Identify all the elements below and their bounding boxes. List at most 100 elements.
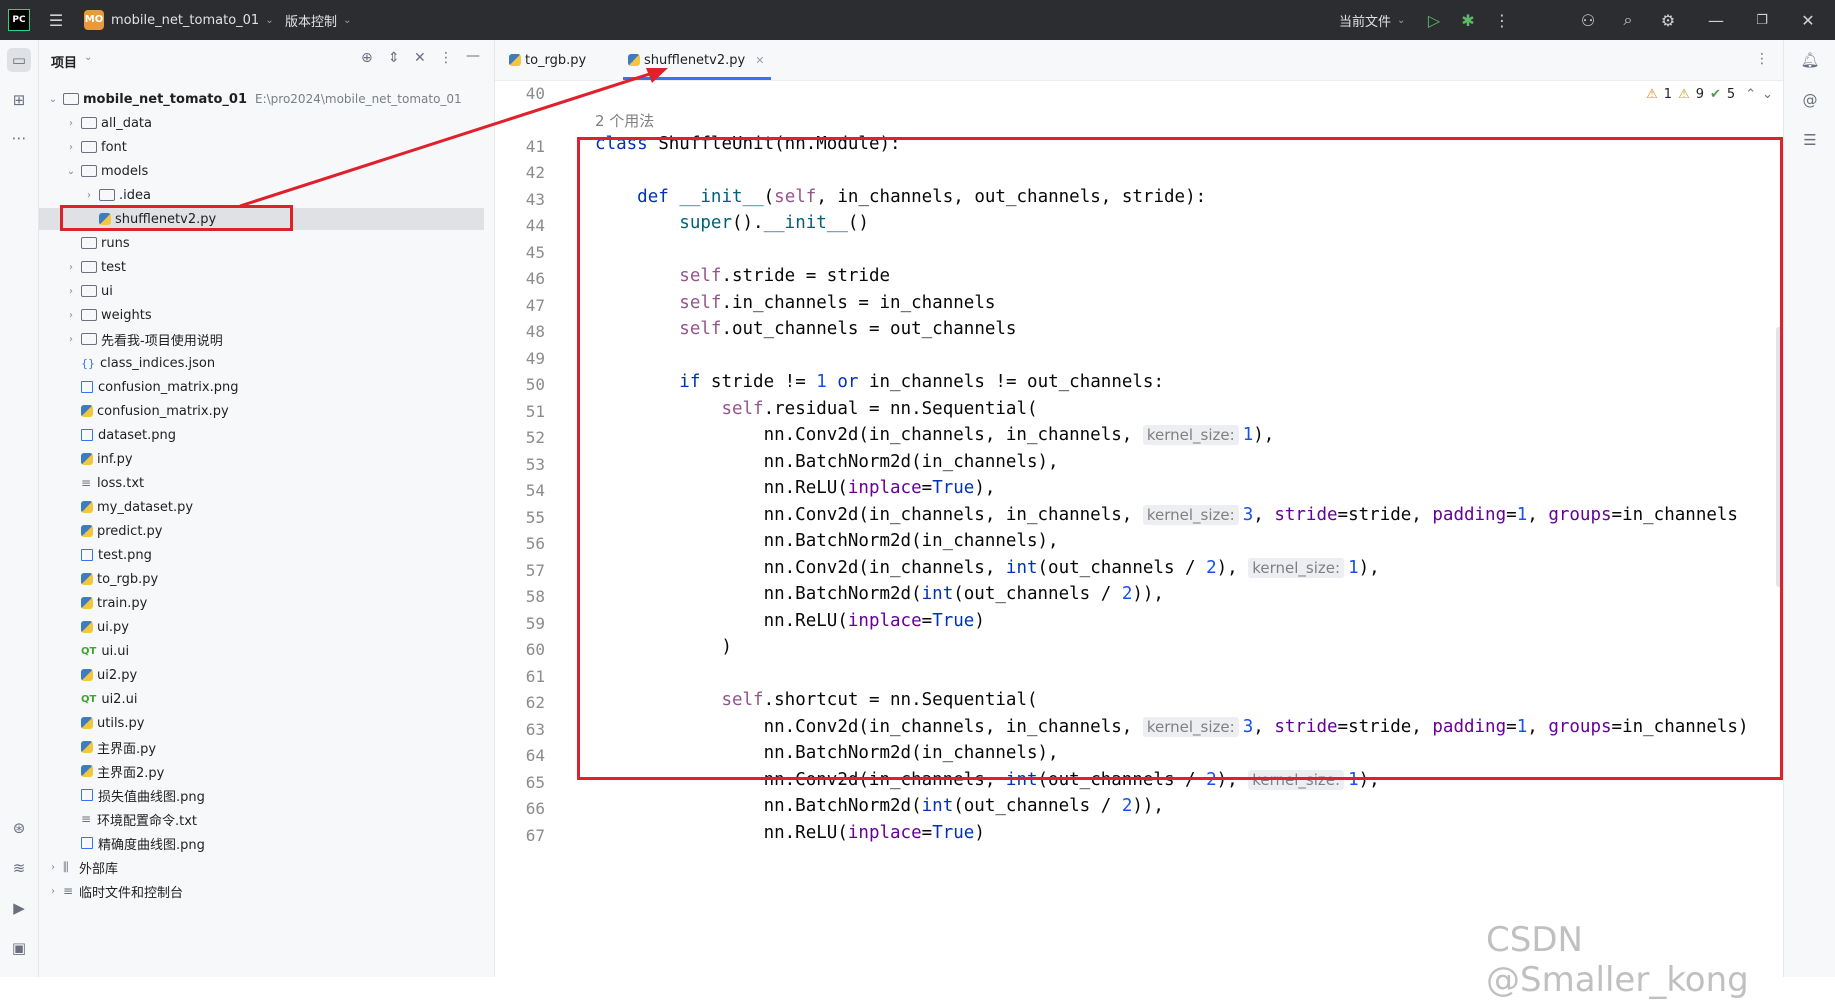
- line-number: 64: [525, 746, 545, 765]
- hide-panel-icon[interactable]: —: [466, 48, 480, 64]
- tree-item[interactable]: ≡ loss.txt: [39, 472, 484, 494]
- tree-item[interactable]: confusion_matrix.py: [39, 400, 484, 422]
- chevron-right-icon[interactable]: ›: [65, 262, 77, 273]
- debug-icon[interactable]: ✱: [1458, 10, 1478, 30]
- chevron-up-icon[interactable]: ⌃: [1745, 87, 1756, 102]
- tree-item[interactable]: 损失值曲线图.png: [39, 784, 484, 806]
- tree-item[interactable]: predict.py: [39, 520, 484, 542]
- tree-item[interactable]: confusion_matrix.png: [39, 376, 484, 398]
- tree-item[interactable]: › .idea: [39, 184, 484, 206]
- tree-item[interactable]: train.py: [39, 592, 484, 614]
- chevron-right-icon[interactable]: ›: [47, 886, 59, 897]
- tree-item[interactable]: › 先看我-项目使用说明: [39, 328, 484, 350]
- vcs-menu[interactable]: 版本控制 ⌄: [285, 0, 351, 40]
- tree-item[interactable]: inf.py: [39, 448, 484, 470]
- chevron-right-icon[interactable]: ›: [65, 142, 77, 153]
- weak-warning-icon: ⚠: [1678, 87, 1690, 102]
- tab-to-rgb[interactable]: to_rgb.py: [509, 40, 586, 80]
- inspection-widget[interactable]: ⚠ 1 ⚠ 9 ✔ 5 ⌃ ⌄: [1646, 87, 1773, 102]
- tree-item[interactable]: QT ui.ui: [39, 640, 484, 662]
- tree-item[interactable]: 精确度曲线图.png: [39, 832, 484, 854]
- ai-assistant-icon[interactable]: @: [1798, 88, 1822, 112]
- structure-icon[interactable]: ⊞: [7, 88, 31, 112]
- tree-item[interactable]: ui.py: [39, 616, 484, 638]
- tree-item[interactable]: ≡ 环境配置命令.txt: [39, 808, 484, 830]
- tree-item[interactable]: 主界面2.py: [39, 760, 484, 782]
- settings-gear-icon[interactable]: ⚙: [1658, 10, 1678, 30]
- chevron-right-icon[interactable]: ›: [65, 334, 77, 345]
- collapse-all-icon[interactable]: ✕: [414, 50, 426, 66]
- tree-item[interactable]: {} class_indices.json: [39, 352, 484, 374]
- terminal-icon[interactable]: ▣: [7, 936, 31, 960]
- python-file-icon: [81, 573, 93, 585]
- tree-item[interactable]: utils.py: [39, 712, 484, 734]
- check-icon: ✔: [1710, 87, 1721, 102]
- close-icon[interactable]: ✕: [1798, 10, 1818, 30]
- chevron-right-icon[interactable]: ›: [65, 118, 77, 129]
- main-menu-icon[interactable]: ☰: [46, 10, 66, 30]
- more-actions-icon[interactable]: ⋮: [1492, 10, 1512, 30]
- chevron-down-icon[interactable]: ⌄: [1762, 87, 1773, 102]
- tree-item[interactable]: QT ui2.ui: [39, 688, 484, 710]
- chevron-right-icon[interactable]: ›: [65, 310, 77, 321]
- tree-root[interactable]: ⌄ mobile_net_tomato_01 E:\pro2024\mobile…: [47, 88, 492, 110]
- search-icon[interactable]: ⌕: [1618, 10, 1638, 30]
- tree-item[interactable]: dataset.png: [39, 424, 484, 446]
- project-folder-icon[interactable]: ▭: [7, 48, 31, 72]
- usages-hint[interactable]: 2 个用法: [595, 110, 654, 131]
- code-line[interactable]: nn.ReLU(inplace=True): [595, 823, 985, 843]
- restore-icon[interactable]: ❐: [1752, 10, 1772, 30]
- add-user-icon[interactable]: ⚇: [1578, 10, 1598, 30]
- locate-file-icon[interactable]: ⊕: [361, 50, 373, 66]
- expand-all-icon[interactable]: ⇕: [388, 50, 400, 66]
- app-logo[interactable]: PC: [8, 0, 30, 40]
- more-tools-icon[interactable]: ⋯: [7, 126, 31, 150]
- python-file-icon: [81, 669, 93, 681]
- project-badge: MO: [84, 10, 104, 30]
- project-panel-title[interactable]: 项目: [51, 52, 77, 71]
- run-config-selector[interactable]: 当前文件 ⌄: [1339, 0, 1405, 40]
- minimize-icon[interactable]: —: [1706, 10, 1726, 30]
- tree-item[interactable]: test.png: [39, 544, 484, 566]
- close-tab-icon[interactable]: ✕: [755, 54, 764, 67]
- tree-item[interactable]: to_rgb.py: [39, 568, 484, 590]
- tree-item[interactable]: › all_data: [39, 112, 484, 134]
- tree-item[interactable]: › ≡ 临时文件和控制台: [39, 880, 484, 902]
- project-switcher[interactable]: MO mobile_net_tomato_01 ⌄: [84, 0, 274, 40]
- tree-item-label: 主界面.py: [97, 741, 157, 757]
- options-icon[interactable]: ⋮: [439, 50, 453, 66]
- tree-item[interactable]: runs: [39, 232, 484, 254]
- tree-item[interactable]: › ⫼ 外部库: [39, 856, 484, 878]
- chevron-down-icon[interactable]: ⌄: [65, 166, 77, 177]
- services-icon[interactable]: ▶: [7, 896, 31, 920]
- notifications-bell-icon[interactable]: 🔔︎: [1798, 48, 1822, 72]
- root-folder-name: mobile_net_tomato_01: [83, 91, 247, 107]
- chevron-right-icon[interactable]: ›: [83, 190, 95, 201]
- folder-icon: [81, 117, 97, 129]
- tree-item[interactable]: 主界面.py: [39, 736, 484, 758]
- tree-item-label: test.png: [98, 547, 152, 563]
- tree-item[interactable]: ⌄ models: [39, 160, 484, 182]
- tree-item[interactable]: › ui: [39, 280, 484, 302]
- chevron-right-icon[interactable]: ›: [47, 862, 59, 873]
- layers-icon[interactable]: ≋: [7, 856, 31, 880]
- code-line[interactable]: nn.BatchNorm2d(int(out_channels / 2)),: [595, 796, 1164, 816]
- tree-item[interactable]: › test: [39, 256, 484, 278]
- python-packages-icon[interactable]: ⊛: [7, 816, 31, 840]
- database-icon[interactable]: ☰: [1798, 128, 1822, 152]
- folder-icon: [81, 333, 97, 345]
- tree-item-label: all_data: [101, 115, 152, 131]
- tree-item[interactable]: my_dataset.py: [39, 496, 484, 518]
- tab-shufflenetv2[interactable]: shufflenetv2.py ✕: [628, 40, 764, 80]
- tree-item[interactable]: › weights: [39, 304, 484, 326]
- tree-item[interactable]: › font: [39, 136, 484, 158]
- run-icon[interactable]: ▷: [1424, 10, 1444, 30]
- tree-item-label: 环境配置命令.txt: [97, 813, 198, 829]
- chevron-down-icon[interactable]: ⌄: [84, 52, 92, 63]
- chevron-right-icon[interactable]: ›: [65, 286, 77, 297]
- line-number: 60: [525, 640, 545, 659]
- tab-options-icon[interactable]: ⋮: [1755, 51, 1769, 67]
- tree-item-label: utils.py: [97, 715, 145, 731]
- tree-item[interactable]: ui2.py: [39, 664, 484, 686]
- tab-label: to_rgb.py: [525, 52, 587, 68]
